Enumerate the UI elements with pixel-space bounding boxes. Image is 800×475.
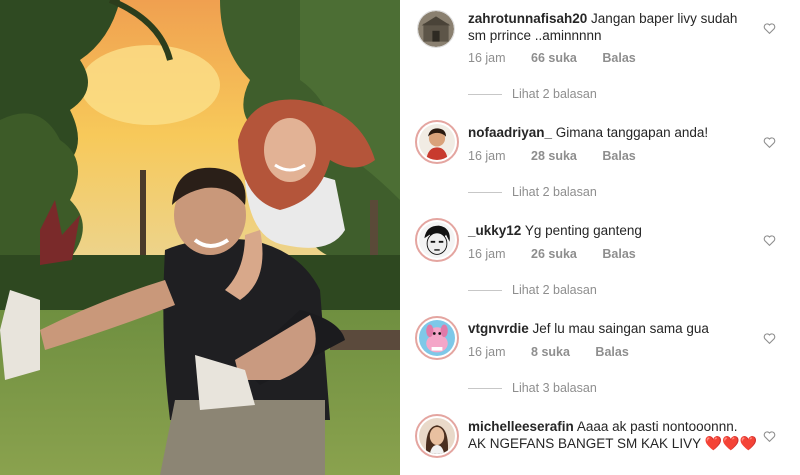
divider-line bbox=[468, 289, 502, 291]
comment-time: 16 jam bbox=[468, 247, 506, 261]
avatar[interactable] bbox=[415, 218, 459, 262]
view-replies-link[interactable]: Lihat 2 balasan bbox=[468, 283, 597, 297]
reply-button[interactable]: Balas bbox=[595, 345, 628, 359]
heart-emoji: ❤️❤️❤️ bbox=[704, 435, 757, 451]
view-replies-text: Lihat 3 balasan bbox=[512, 381, 597, 395]
like-heart-icon[interactable] bbox=[763, 234, 776, 247]
avatar[interactable] bbox=[417, 10, 455, 48]
like-heart-icon[interactable] bbox=[763, 430, 776, 443]
comment-text: Jef lu mau saingan sama gua bbox=[532, 321, 709, 336]
divider-line bbox=[468, 387, 502, 389]
woman-selfie-icon bbox=[419, 418, 455, 454]
reply-button[interactable]: Balas bbox=[602, 149, 635, 163]
comment-likes[interactable]: 66 suka bbox=[531, 51, 577, 65]
comment-username[interactable]: zahrotunnafisah20 bbox=[468, 11, 587, 26]
divider-line bbox=[468, 191, 502, 193]
comment-text: Gimana tanggapan anda! bbox=[555, 125, 709, 140]
comment-time: 16 jam bbox=[468, 345, 506, 359]
comment-username[interactable]: _ukky12 bbox=[468, 223, 521, 238]
view-replies-link[interactable]: Lihat 3 balasan bbox=[468, 381, 597, 395]
view-replies-text: Lihat 2 balasan bbox=[512, 87, 597, 101]
comment-likes[interactable]: 28 suka bbox=[531, 149, 577, 163]
reply-button[interactable]: Balas bbox=[602, 51, 635, 65]
cartoon-man-icon bbox=[419, 124, 455, 160]
comment-meta: 16 jam 8 suka Balas bbox=[468, 345, 651, 359]
comment-text: Yg penting ganteng bbox=[524, 223, 642, 238]
comment-likes[interactable]: 8 suka bbox=[531, 345, 570, 359]
comment-time: 16 jam bbox=[468, 149, 506, 163]
comment-likes[interactable]: 26 suka bbox=[531, 247, 577, 261]
like-heart-icon[interactable] bbox=[763, 332, 776, 345]
manga-face-icon bbox=[419, 222, 455, 258]
view-replies-text: Lihat 2 balasan bbox=[512, 283, 597, 297]
reply-button[interactable]: Balas bbox=[602, 247, 635, 261]
avatar[interactable] bbox=[415, 120, 459, 164]
avatar[interactable] bbox=[415, 414, 459, 458]
view-replies-link[interactable]: Lihat 2 balasan bbox=[468, 87, 597, 101]
comment-time: 16 jam bbox=[468, 51, 506, 65]
comments-panel: zahrotunnafisah20 Jangan baper livy suda… bbox=[400, 0, 800, 475]
comment-username[interactable]: michelleeserafin bbox=[468, 419, 574, 434]
pink-cartoon-dog-icon bbox=[419, 320, 455, 356]
like-heart-icon[interactable] bbox=[763, 136, 776, 149]
comment-meta: 16 jam 28 suka Balas bbox=[468, 149, 658, 163]
comment-username[interactable]: vtgnvrdie bbox=[468, 321, 529, 336]
comment-meta: 16 jam 66 suka Balas bbox=[468, 51, 658, 65]
avatar[interactable] bbox=[415, 316, 459, 360]
building-photo-icon bbox=[418, 11, 454, 47]
view-replies-link[interactable]: Lihat 2 balasan bbox=[468, 185, 597, 199]
comment-meta: 16 jam 26 suka Balas bbox=[468, 247, 658, 261]
comment-username[interactable]: nofaadriyan_ bbox=[468, 125, 552, 140]
divider-line bbox=[468, 93, 502, 95]
like-heart-icon[interactable] bbox=[763, 22, 776, 35]
post-photo bbox=[0, 0, 400, 475]
view-replies-text: Lihat 2 balasan bbox=[512, 185, 597, 199]
